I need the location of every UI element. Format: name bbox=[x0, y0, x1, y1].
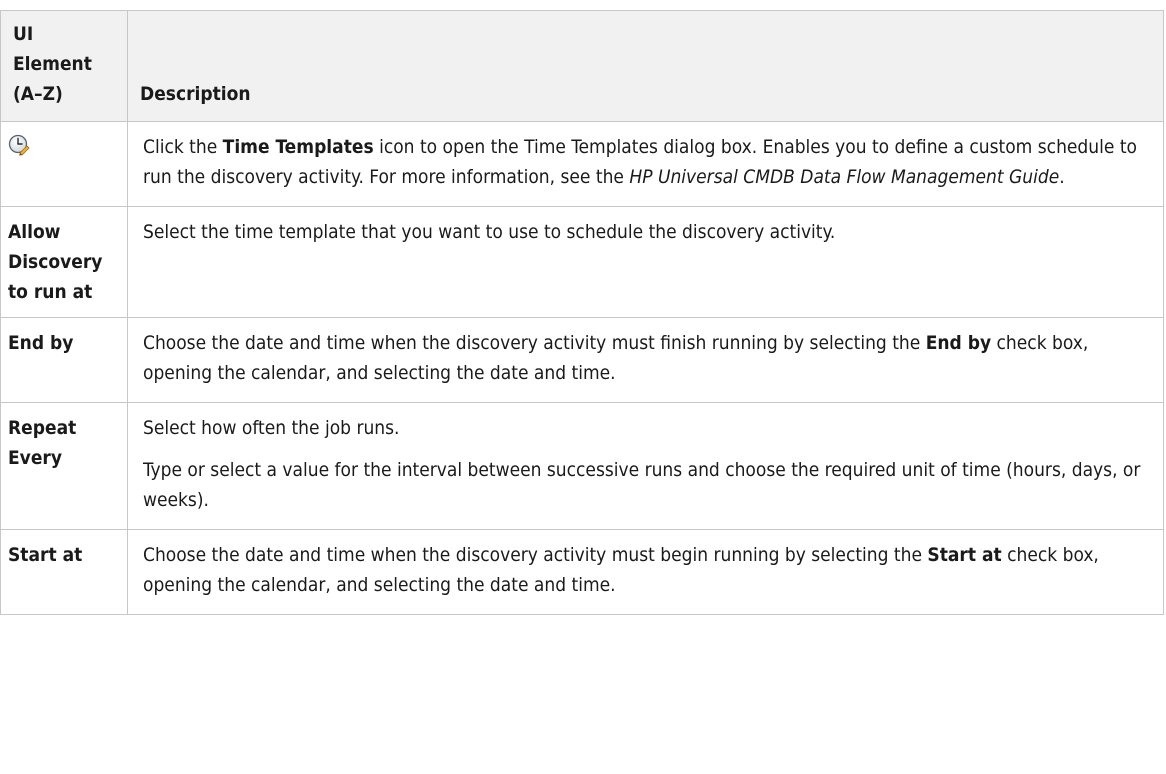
table-row: Click the Time Templates icon to open th… bbox=[0, 121, 1164, 207]
table-row: Start at Choose the date and time when t… bbox=[0, 529, 1164, 615]
header-ui-element: UI Element (A–Z) bbox=[0, 10, 128, 122]
description-text: Select the time template that you want t… bbox=[143, 221, 836, 243]
text-span: . bbox=[1059, 166, 1065, 188]
description-cell: Choose the date and time when the discov… bbox=[127, 317, 1164, 403]
ui-element-cell: Start at bbox=[0, 529, 128, 615]
guide-reference: HP Universal CMDB Data Flow Management G… bbox=[629, 166, 1060, 188]
bold-term: End by bbox=[925, 332, 992, 354]
table-header: UI Element (A–Z) Description bbox=[0, 10, 1164, 122]
ui-element-cell bbox=[0, 121, 128, 207]
text-span: Click the bbox=[143, 136, 223, 158]
description-text: Choose the date and time when the discov… bbox=[143, 540, 1149, 600]
description-cell: Select how often the job runs. Type or s… bbox=[127, 402, 1164, 530]
description-cell: Select the time template that you want t… bbox=[127, 206, 1164, 318]
ui-elements-table: UI Element (A–Z) Description Click the T… bbox=[0, 10, 1164, 615]
header-description: Description bbox=[127, 10, 1164, 122]
time-templates-icon bbox=[8, 134, 30, 156]
ui-element-cell: Repeat Every bbox=[0, 402, 128, 530]
description-text: Click the Time Templates icon to open th… bbox=[143, 132, 1149, 192]
description-text: Type or select a value for the interval … bbox=[143, 459, 1141, 511]
description-text: Choose the date and time when the discov… bbox=[143, 328, 1149, 388]
ui-element-cell: Allow Discovery to run at bbox=[0, 206, 128, 318]
ui-element-cell: End by bbox=[0, 317, 128, 403]
table-row: Allow Discovery to run at Select the tim… bbox=[0, 206, 1164, 318]
header-row: UI Element (A–Z) Description bbox=[0, 10, 1164, 122]
table-row: Repeat Every Select how often the job ru… bbox=[0, 402, 1164, 530]
description-cell: Choose the date and time when the discov… bbox=[127, 529, 1164, 615]
table-row: End by Choose the date and time when the… bbox=[0, 317, 1164, 403]
description-cell: Click the Time Templates icon to open th… bbox=[127, 121, 1164, 207]
description-text: Select how often the job runs. bbox=[143, 417, 400, 439]
bold-term: Start at bbox=[927, 544, 1002, 566]
text-span: Choose the date and time when the discov… bbox=[143, 544, 928, 566]
text-span: Choose the date and time when the discov… bbox=[143, 332, 926, 354]
bold-term: Time Templates bbox=[222, 136, 374, 158]
